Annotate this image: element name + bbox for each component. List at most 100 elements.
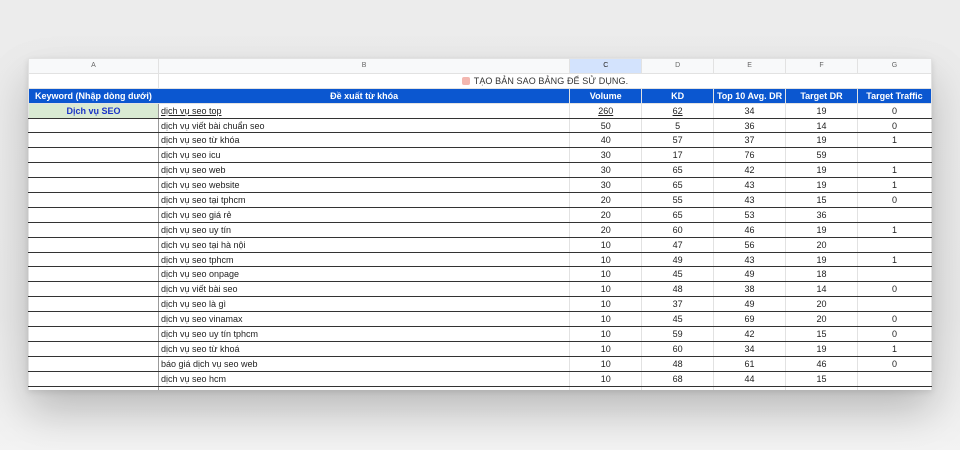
kd-cell[interactable]: 59 [641,326,715,342]
avg-dr-cell[interactable]: 42 [713,162,787,179]
avg-dr-cell[interactable]: 43 [713,192,787,208]
target-dr-cell[interactable]: 36 [785,206,858,223]
target-traffic-cell[interactable] [856,236,932,253]
avg-dr-cell[interactable]: 44 [713,370,787,387]
suggestion-cell[interactable]: dịch vụ seo onpage [157,266,571,283]
volume-cell[interactable]: 10 [569,296,643,313]
column-header-c[interactable]: C [569,58,643,74]
target-dr-cell[interactable]: 19 [785,132,858,149]
suggestion-cell[interactable]: dịch vụ seo web [157,162,571,179]
suggestion-cell[interactable]: dịch vụ seo google map [157,385,571,390]
target-traffic-cell[interactable]: 1 [856,162,932,179]
kd-cell[interactable]: 65 [641,177,715,194]
avg-dr-cell[interactable]: 46 [713,221,787,238]
target-dr-cell[interactable]: 20 [785,385,858,390]
keyword-cell[interactable] [28,251,159,268]
avg-dr-cell[interactable]: 34 [713,102,787,119]
kd-cell[interactable]: 33 [641,385,715,390]
target-dr-cell[interactable]: 46 [785,355,858,372]
suggestion-cell[interactable]: dịch vụ seo tphcm [157,251,571,268]
target-traffic-cell[interactable]: 1 [856,340,932,357]
target-dr-cell[interactable]: 15 [785,326,858,342]
avg-dr-cell[interactable]: 43 [713,177,787,194]
keyword-cell[interactable] [28,132,159,149]
suggestion-cell[interactable]: dịch vụ seo từ khoá [157,340,571,357]
header-suggestion[interactable]: Đề xuất từ khóa [157,87,571,104]
suggestion-cell[interactable]: dịch vụ seo là gì [157,296,571,313]
empty-cell[interactable] [28,72,159,89]
target-traffic-cell[interactable]: 0 [856,192,932,208]
kd-cell[interactable]: 48 [641,281,715,298]
keyword-cell[interactable]: Dịch vụ SEO [28,102,159,119]
suggestion-cell[interactable]: dịch vụ seo uy tín tphcm [157,326,571,342]
header-volume[interactable]: Volume [569,87,643,104]
target-dr-cell[interactable]: 20 [785,311,858,328]
avg-dr-cell[interactable]: 49 [713,296,787,313]
keyword-cell[interactable] [28,340,159,357]
target-traffic-cell[interactable] [856,206,932,223]
kd-cell[interactable]: 65 [641,206,715,223]
target-dr-cell[interactable]: 19 [785,251,858,268]
keyword-cell[interactable] [28,236,159,253]
kd-cell[interactable]: 60 [641,221,715,238]
avg-dr-cell[interactable]: 42 [713,326,787,342]
header-avg-dr[interactable]: Top 10 Avg. DR [713,87,787,104]
avg-dr-cell[interactable]: 76 [713,147,787,164]
volume-cell[interactable]: 20 [569,192,643,208]
avg-dr-cell[interactable]: 58 [713,385,787,390]
volume-cell[interactable]: 20 [569,206,643,223]
target-traffic-cell[interactable]: 1 [856,251,932,268]
kd-cell[interactable]: 65 [641,162,715,179]
keyword-cell[interactable] [28,385,159,390]
kd-cell[interactable]: 49 [641,251,715,268]
keyword-cell[interactable] [28,355,159,372]
volume-cell[interactable]: 30 [569,147,643,164]
keyword-cell[interactable] [28,117,159,134]
avg-dr-cell[interactable]: 36 [713,117,787,134]
target-dr-cell[interactable]: 15 [785,192,858,208]
header-target-traffic[interactable]: Target Traffic [856,87,932,104]
keyword-cell[interactable] [28,221,159,238]
volume-cell[interactable]: 260 [569,102,643,119]
header-kd[interactable]: KD [641,87,715,104]
kd-cell[interactable]: 55 [641,192,715,208]
volume-cell[interactable]: 30 [569,162,643,179]
column-header-e[interactable]: E [713,58,787,74]
kd-cell[interactable]: 17 [641,147,715,164]
avg-dr-cell[interactable]: 53 [713,206,787,223]
target-dr-cell[interactable]: 14 [785,281,858,298]
volume-cell[interactable]: 10 [569,311,643,328]
kd-cell[interactable]: 45 [641,266,715,283]
volume-cell[interactable]: 20 [569,221,643,238]
volume-cell[interactable]: 10 [569,251,643,268]
target-traffic-cell[interactable]: 0 [856,117,932,134]
keyword-cell[interactable] [28,177,159,194]
suggestion-cell[interactable]: báo giá dịch vụ seo web [157,355,571,372]
volume-cell[interactable]: 10 [569,355,643,372]
target-traffic-cell[interactable]: 0 [856,311,932,328]
column-header-g[interactable]: G [856,58,932,74]
target-traffic-cell[interactable] [856,266,932,283]
target-traffic-cell[interactable] [856,370,932,387]
suggestion-cell[interactable]: dịch vụ seo giá rẻ [157,206,571,223]
kd-cell[interactable]: 60 [641,340,715,357]
target-traffic-cell[interactable]: 0 [856,326,932,342]
target-dr-cell[interactable]: 14 [785,117,858,134]
target-dr-cell[interactable]: 20 [785,296,858,313]
keyword-cell[interactable] [28,192,159,208]
kd-cell[interactable]: 57 [641,132,715,149]
column-header-d[interactable]: D [641,58,715,74]
keyword-cell[interactable] [28,370,159,387]
target-traffic-cell[interactable]: 1 [856,221,932,238]
keyword-cell[interactable] [28,266,159,283]
avg-dr-cell[interactable]: 69 [713,311,787,328]
volume-cell[interactable]: 10 [569,281,643,298]
header-keyword[interactable]: Keyword (Nhập dòng dưới) [28,87,159,104]
volume-cell[interactable]: 10 [569,266,643,283]
kd-cell[interactable]: 48 [641,355,715,372]
keyword-cell[interactable] [28,162,159,179]
volume-cell[interactable]: 10 [569,370,643,387]
target-traffic-cell[interactable]: 1 [856,177,932,194]
suggestion-cell[interactable]: dịch vụ seo hcm [157,370,571,387]
avg-dr-cell[interactable]: 38 [713,281,787,298]
